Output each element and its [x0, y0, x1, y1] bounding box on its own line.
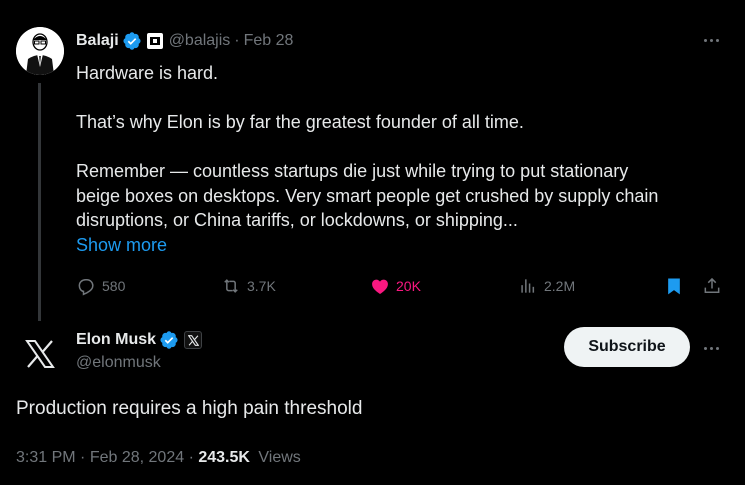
bookmark-button[interactable] [664, 274, 684, 298]
author-name[interactable]: Balaji [76, 32, 119, 50]
tweet-line: Hardware is hard. [76, 63, 219, 83]
quoted-tweet-text: Hardware is hard. That’s why Elon is by … [76, 61, 716, 257]
quoted-tweet-header: Balaji @balajis · Feb 28 [76, 30, 293, 52]
affiliate-badge-icon[interactable] [146, 33, 163, 49]
avatar-balaji[interactable] [16, 27, 64, 75]
repost-count: 3.7K [247, 278, 276, 294]
show-more-link[interactable]: Show more [76, 233, 167, 258]
share-icon [704, 277, 720, 293]
share-button[interactable] [702, 274, 722, 298]
tweet-line: Remember — countless startups die just w… [76, 161, 629, 181]
reply-icon [78, 279, 94, 296]
reply-button[interactable]: 580 [76, 274, 125, 298]
author-handle[interactable]: @elonmusk [76, 354, 161, 372]
views-button[interactable]: 2.2M [518, 274, 575, 298]
tweet-metadata: 3:31 PM · Feb 28, 2024 · 243.5K Views [16, 449, 301, 466]
tweet-action-bar: 580 3.7K 20K 2.2M [76, 274, 726, 298]
like-button[interactable]: 20K [370, 274, 421, 298]
repost-icon [224, 279, 238, 293]
more-icon[interactable] [698, 338, 724, 358]
tweet-date[interactable]: Feb 28 [244, 32, 294, 50]
subscribe-button[interactable]: Subscribe [564, 327, 690, 367]
reply-count: 580 [102, 278, 126, 294]
tweet-line: disruptions, or China tariffs, or lockdo… [76, 210, 518, 230]
tweet-line: beige boxes on desktops. Very smart peop… [76, 185, 659, 206]
main-tweet-header: Elon Musk [76, 330, 203, 350]
separator-dot: · [234, 32, 240, 49]
x-affiliate-badge-icon[interactable] [184, 331, 203, 349]
thread-connector-line [38, 83, 41, 321]
views-count: 2.2M [544, 278, 576, 294]
main-tweet-text: Production requires a high pain threshol… [16, 398, 363, 419]
author-name[interactable]: Elon Musk [76, 331, 156, 349]
views-label: Views [258, 449, 301, 466]
more-icon[interactable] [698, 30, 724, 50]
tweet-full-date[interactable]: Feb 28, 2024 [90, 449, 184, 466]
bookmark-icon [668, 278, 680, 295]
tweet-time[interactable]: 3:31 PM [16, 449, 76, 466]
verified-badge-icon [160, 331, 178, 349]
tweet-line: That’s why Elon is by far the greatest f… [76, 112, 524, 132]
tweet-thread-view: Balaji @balajis · Feb 28 Hardware is har… [0, 0, 745, 485]
author-handle[interactable]: @balajis [169, 32, 231, 50]
views-icon [521, 279, 535, 293]
avatar-elon[interactable] [16, 330, 64, 378]
like-count: 20K [396, 278, 421, 294]
verified-badge-icon [123, 32, 141, 50]
repost-button[interactable]: 3.7K [221, 274, 276, 298]
views-total: 243.5K [198, 449, 250, 466]
heart-icon [372, 279, 388, 294]
x-logo-icon [25, 340, 55, 368]
